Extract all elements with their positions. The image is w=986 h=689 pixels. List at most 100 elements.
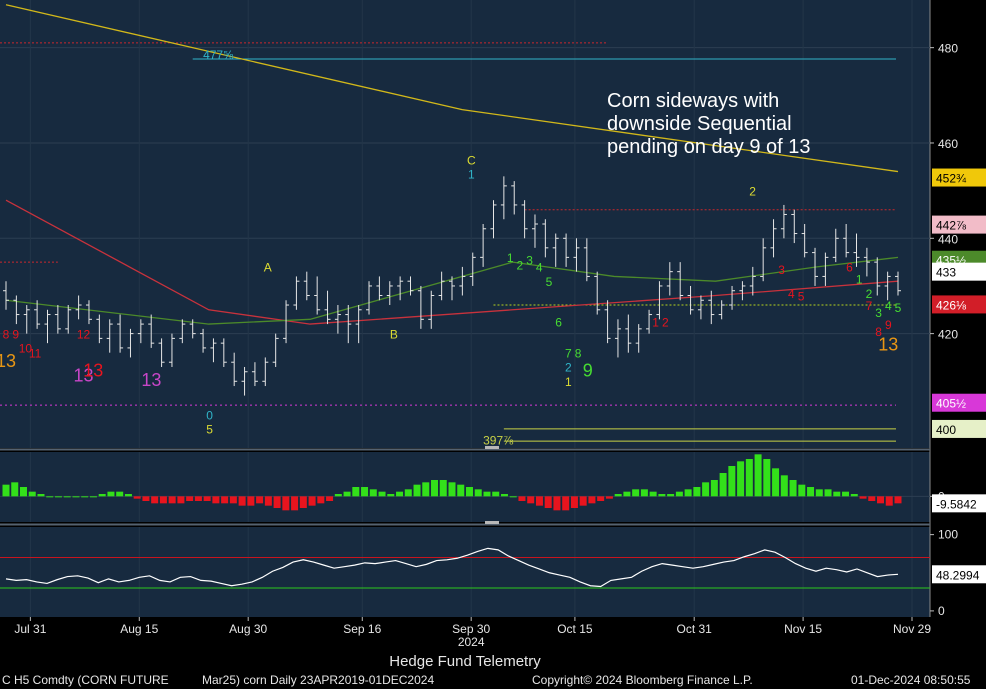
- hist-bar: [317, 496, 325, 504]
- sequential-count: 1: [507, 251, 514, 265]
- sequential-count: 9: [885, 318, 892, 332]
- hist-bar: [570, 496, 578, 508]
- hist-bar: [352, 487, 360, 497]
- hist-bar: [632, 489, 640, 497]
- hist-bar: [474, 489, 482, 497]
- hist-bar: [221, 496, 229, 504]
- rsi-last-value: 48.2994: [936, 568, 980, 582]
- hist-bar: [824, 489, 832, 497]
- hist-bar: [63, 496, 71, 498]
- hist-bar: [500, 494, 508, 497]
- hist-bar: [186, 496, 194, 501]
- chart-annotation: Corn sideways with downside Sequential p…: [607, 90, 811, 158]
- x-tick-label: Sep 30: [452, 622, 490, 636]
- hist-bar: [11, 482, 19, 497]
- hist-bar: [431, 480, 439, 497]
- price-tag: 452¾: [936, 172, 967, 186]
- hist-bar: [675, 491, 683, 497]
- sequential-count: 4: [885, 299, 892, 313]
- x-tick-label: Aug 15: [120, 622, 158, 636]
- level-label: 477⅝: [203, 48, 234, 62]
- hist-bar: [702, 482, 710, 497]
- hist-bar: [877, 496, 885, 504]
- hist-bar: [151, 496, 159, 504]
- x-tick-label: Sep 16: [343, 622, 381, 636]
- sequential-count: 1: [468, 168, 475, 182]
- sequential-count: 1: [652, 315, 659, 329]
- price-chart[interactable]: 42044046048098101112131313 1305ABC112 3456…: [0, 0, 986, 689]
- hist-bar: [282, 496, 290, 511]
- sequential-count: C: [467, 153, 476, 167]
- sequential-count: 5: [206, 423, 213, 437]
- x-tick-label: Oct 15: [557, 622, 593, 636]
- price-tag: 433: [936, 266, 956, 280]
- x-tick-label: Oct 31: [677, 622, 713, 636]
- sequential-count: 4: [536, 261, 543, 275]
- hist-bar: [81, 496, 89, 498]
- hist-bar: [413, 484, 421, 497]
- hist-bar: [19, 487, 27, 497]
- hist-bar: [509, 496, 517, 498]
- hist-bar: [553, 496, 561, 511]
- hist-bar: [396, 491, 404, 497]
- hist-bar: [492, 491, 500, 497]
- hist-bar: [623, 491, 631, 497]
- sequential-count: 8: [3, 327, 10, 341]
- price-tag: 400: [936, 423, 956, 437]
- sequential-count: 9: [583, 361, 593, 381]
- x-tick-label: Jul 31: [14, 622, 46, 636]
- hist-bar: [658, 494, 666, 497]
- hist-bar: [597, 496, 605, 501]
- hist-bar: [159, 496, 167, 504]
- sequential-count: 5: [895, 301, 902, 315]
- hist-bar: [448, 482, 456, 497]
- hist-bar: [404, 489, 412, 497]
- hist-bar: [772, 468, 780, 497]
- x-tick-label: Nov 29: [893, 622, 931, 636]
- hist-bar: [649, 491, 657, 497]
- hist-bar: [343, 491, 351, 497]
- hist-bar: [815, 489, 823, 497]
- sequential-count: A: [264, 261, 272, 275]
- hist-bar: [745, 459, 753, 497]
- sequential-count: 5: [798, 289, 805, 303]
- hist-bar: [264, 496, 272, 506]
- hist-bar: [238, 496, 246, 506]
- hist-bar: [640, 489, 648, 497]
- hist-bar: [378, 491, 386, 497]
- hist-bar: [72, 496, 80, 498]
- hist-bar: [684, 489, 692, 497]
- sequential-count: 7: [866, 299, 873, 313]
- price-tag: 405½: [936, 397, 966, 411]
- hist-bar: [605, 496, 613, 499]
- hist-bar: [710, 480, 718, 497]
- security-label: C H5 Comdty (CORN FUTURE: [2, 673, 169, 687]
- hist-bar: [422, 482, 430, 497]
- price-tag: 442⅞: [936, 219, 967, 233]
- y-tick-label: 420: [938, 328, 958, 342]
- sequential-count: 2: [749, 184, 756, 198]
- hist-bar: [579, 496, 587, 506]
- hist-bar: [387, 494, 395, 497]
- hist-bar: [439, 480, 447, 497]
- hist-bar: [894, 496, 902, 504]
- sequential-count: 5: [546, 275, 553, 289]
- hist-bar: [291, 496, 299, 511]
- sequential-count: B: [390, 327, 398, 341]
- hist-bar: [754, 454, 762, 497]
- hist-bar: [614, 494, 622, 497]
- hist-bar: [361, 487, 369, 497]
- hist-bar: [28, 491, 36, 497]
- hist-bar: [798, 484, 806, 497]
- hist-bar: [54, 496, 62, 498]
- y-tick-label: 440: [938, 232, 958, 246]
- sequential-count: 3: [875, 306, 882, 320]
- hist-bar: [527, 496, 535, 504]
- sequential-count: 0: [206, 408, 213, 422]
- chart-window: 420 440 460 480 9 8 10 11 12 13 13 13 13 0 5 A B C 1 1 2 3 4 5 6…: [0, 0, 986, 689]
- copyright-label: Copyright© 2024 Bloomberg Finance L.P.: [532, 673, 753, 687]
- sequential-count: 2: [517, 258, 524, 272]
- hist-bar: [562, 496, 570, 511]
- chart-subtitle: Hedge Fund Telemetry: [389, 653, 541, 670]
- panel-grip-2: [485, 521, 499, 524]
